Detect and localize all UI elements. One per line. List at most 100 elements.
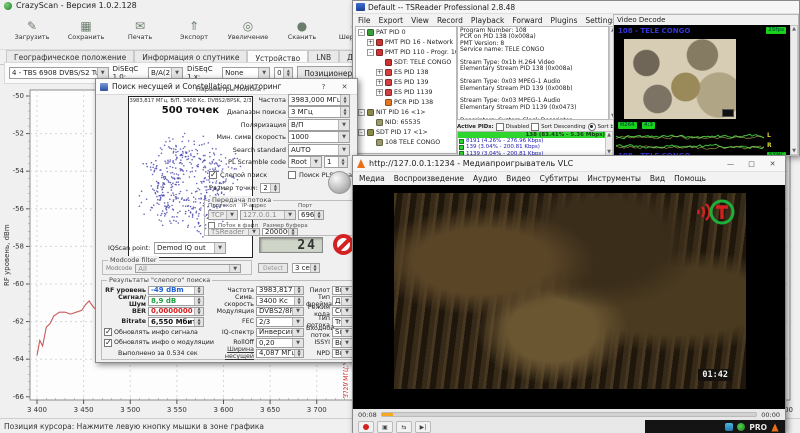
port-spinner[interactable]: 6961▲▼	[298, 210, 324, 220]
tree-item-sdt-tele-congo[interactable]: SDT: TELE CONGO	[356, 57, 456, 67]
result-combo[interactable]: CCM▼	[332, 307, 353, 317]
ip-address-field[interactable]: 127.0.0.1▼	[240, 210, 296, 220]
param-combo[interactable]: 1000▼	[288, 131, 350, 143]
record-button[interactable]	[358, 421, 374, 433]
экспорт-toolbar-button[interactable]: ⇑Экспорт	[168, 13, 220, 47]
blind-search-checkbox[interactable]	[209, 171, 217, 179]
tree-item-pmt-pid-16-network[interactable]: +PMT PID 16 - Network	[356, 37, 456, 47]
param-spin[interactable]: 3983,000 МГц▲▼	[288, 94, 350, 106]
tree-item-sdt-pid-17-1-[interactable]: -SDT PID 17 <1>	[356, 127, 456, 137]
menu-export[interactable]: Export	[379, 16, 404, 25]
sort-descending-checkbox[interactable]	[531, 123, 539, 131]
expand-icon[interactable]: +	[376, 79, 383, 86]
result-combo[interactable]: Вкл.▼	[332, 286, 353, 296]
video-decode-scrollbar[interactable]: ▲▼	[790, 25, 798, 155]
tree-item-nid-65535[interactable]: NID: 65535	[356, 117, 456, 127]
увеличение-toolbar-button[interactable]: ◎Увеличение	[222, 13, 274, 47]
tree-item-108-tele-congo[interactable]: 108 TELE CONGO	[356, 137, 456, 147]
result-spinner[interactable]: 0,0000000▲▼	[148, 307, 204, 317]
result-combo[interactable]: Single▼	[332, 328, 353, 338]
help-button[interactable]: ?	[315, 81, 332, 92]
menu-view[interactable]: View	[411, 16, 429, 25]
vlc-menu-инструменты[interactable]: Инструменты	[587, 174, 641, 183]
pls-code-checkbox[interactable]	[288, 171, 296, 179]
stop-sign-icon[interactable]	[333, 234, 354, 255]
menu-record[interactable]: Record	[437, 16, 463, 25]
result-combo[interactable]: Transport▼	[332, 317, 353, 327]
result-combo[interactable]: Выкл.▼	[332, 349, 353, 359]
tree-item-pmt-pid-110-progr-108[interactable]: -PMT PID 110 - Progr. 108	[356, 47, 456, 57]
result-spinner[interactable]: 4,087 МГц▲▼	[256, 349, 304, 359]
seek-slider[interactable]	[381, 412, 758, 417]
vlc-menu-воспроизведение[interactable]: Воспроизведение	[394, 174, 464, 183]
result-combo[interactable]: DVBS2/8PSK▼	[256, 307, 304, 317]
tree-item-es-pid-1139[interactable]: +ES PID 1139	[356, 87, 456, 97]
tree-item-es-pid-139[interactable]: +ES PID 139	[356, 77, 456, 87]
update-info-checkbox[interactable]	[104, 339, 112, 347]
result-combo[interactable]: Инверсия▼	[256, 328, 304, 338]
collapse-icon[interactable]: -	[358, 29, 365, 36]
param-combo[interactable]: В/П▼	[288, 119, 350, 131]
tree-item-pcr-pid-138[interactable]: PCR PID 138	[356, 97, 456, 107]
expand-icon[interactable]: +	[376, 89, 383, 96]
pids-scrollbar[interactable]: ▲▼	[605, 131, 613, 156]
dot-size-spinner[interactable]: 2▲▼	[260, 183, 280, 193]
result-spinner[interactable]: 3983,817 МГц▲▼	[256, 286, 304, 296]
param-spin[interactable]: 3 МГц▲▼	[288, 106, 350, 118]
frame-step-button[interactable]: ▶|	[415, 421, 431, 433]
vlc-menu-субтитры[interactable]: Субтитры	[540, 174, 579, 183]
menu-playback[interactable]: Playback	[471, 16, 504, 25]
result-spinner[interactable]: 8,9 dB▲▼	[148, 296, 204, 306]
result-combo[interactable]: 0,20▼	[256, 338, 304, 348]
close-icon[interactable]: ✕	[336, 81, 353, 92]
vlc-menu-медиа[interactable]: Медиа	[359, 174, 385, 183]
result-spinner[interactable]: 6,550 Мбит▲▼	[148, 317, 204, 327]
maximize-button[interactable]: □	[743, 158, 760, 169]
trackball-icon[interactable]	[328, 171, 351, 194]
result-combo[interactable]: 2/3▼	[256, 317, 304, 327]
result-combo[interactable]: Длинный▼	[332, 296, 353, 306]
vlc-menu-помощь[interactable]: Помощь	[674, 174, 706, 183]
menu-forward[interactable]: Forward	[512, 16, 542, 25]
menu-file[interactable]: File	[358, 16, 371, 25]
collapse-icon[interactable]: -	[358, 109, 365, 116]
vlc-taskbar-icon[interactable]	[771, 423, 778, 431]
menu-settings[interactable]: Settings	[585, 16, 616, 25]
tray-icon[interactable]	[725, 423, 733, 431]
disabled-checkbox[interactable]	[496, 123, 504, 131]
vlc-menu-аудио[interactable]: Аудио	[473, 174, 497, 183]
update-info-checkbox[interactable]	[104, 328, 112, 336]
result-combo[interactable]: Выкл.▼	[332, 338, 353, 348]
minimize-button[interactable]: —	[722, 158, 739, 169]
close-icon[interactable]: ✕	[764, 158, 781, 169]
modcode-select[interactable]: All▼	[135, 264, 241, 273]
result-spinner[interactable]: 3400 Кс▲▼	[256, 296, 304, 306]
sort-by-rate-radio[interactable]	[588, 123, 596, 131]
scroll-up-icon[interactable]: ▲	[792, 26, 796, 32]
сканить-toolbar-button[interactable]: ●Сканить	[276, 13, 328, 47]
active-pids-list[interactable]: 138 (83.41% - 5.36 Mbps)8191 (4.26% - 27…	[457, 131, 607, 158]
collapse-icon[interactable]: -	[358, 129, 365, 136]
buffer-spinner[interactable]: 200000▲▼	[262, 228, 298, 236]
result-spinner[interactable]: -49 dBm▲▼	[148, 286, 204, 296]
client-select[interactable]: TSReader▼	[208, 228, 260, 236]
param-combo[interactable]: AUTO▼	[288, 144, 350, 156]
загрузить-toolbar-button[interactable]: ✎Загрузить	[6, 13, 58, 47]
сохранить-toolbar-button[interactable]: ▦Сохранить	[60, 13, 112, 47]
scroll-up-icon[interactable]: ▲	[607, 132, 611, 138]
vlc-menu-вид[interactable]: Вид	[650, 174, 665, 183]
tree-item-pat-pid-0[interactable]: -PAT PID 0	[356, 27, 456, 37]
menu-plugins[interactable]: Plugins	[551, 16, 578, 25]
scroll-down-icon[interactable]: ▼	[792, 148, 796, 154]
detect-button[interactable]: Detect	[258, 263, 288, 273]
tsreader-details-pane[interactable]: Program Number: 108PCR on PID 138 (0x008…	[457, 26, 609, 120]
печать-toolbar-button[interactable]: ✉Печать	[114, 13, 166, 47]
protocol-select[interactable]: TCP▼	[208, 210, 238, 220]
collapse-icon[interactable]: -	[367, 49, 374, 56]
tray-icon[interactable]	[737, 423, 745, 431]
detect-interval-spinner[interactable]: 3 сек▲▼	[292, 263, 320, 273]
loop-ab-button[interactable]: ⇆	[396, 421, 412, 433]
iqscan-select[interactable]: Demod IQ out▼	[154, 242, 226, 254]
tsreader-pid-tree[interactable]: -PAT PID 0+PMT PID 16 - Network-PMT PID …	[355, 26, 457, 154]
tree-item-nit-pid-16-1-[interactable]: -NIT PID 16 <1>	[356, 107, 456, 117]
